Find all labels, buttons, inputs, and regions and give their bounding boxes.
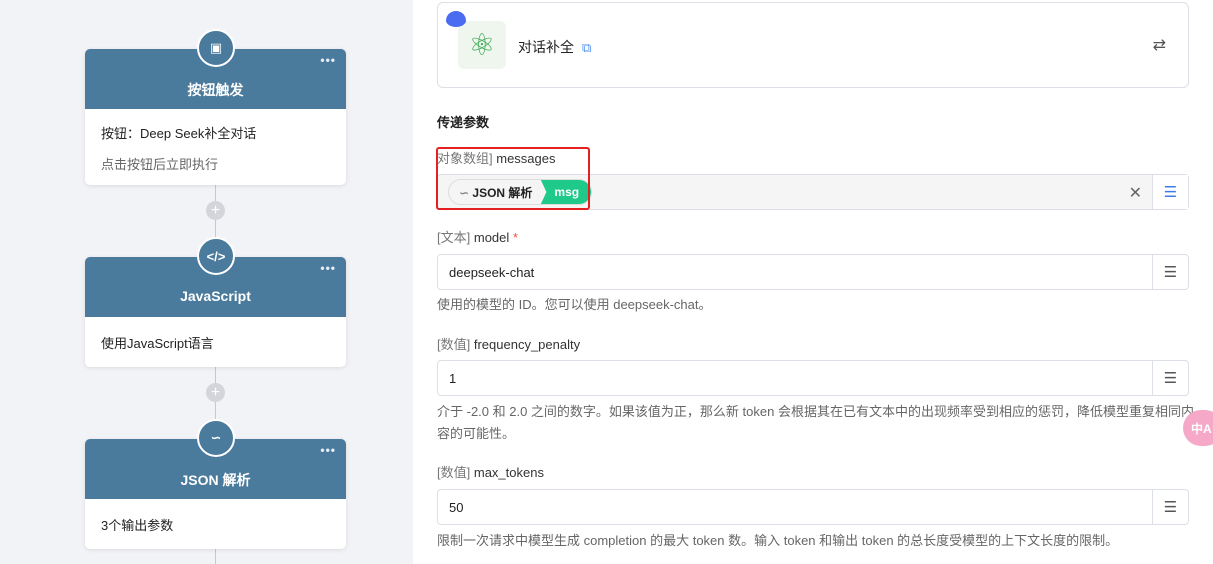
param-label-max-tokens: [数值] max_tokens (437, 465, 544, 480)
swap-icon[interactable]: ⇄ (1153, 35, 1166, 55)
model-input[interactable]: deepseek-chat ☰ (437, 254, 1189, 290)
max-tokens-help: 限制一次请求中模型生成 completion 的最大 token 数。输入 to… (437, 533, 1119, 548)
variable-select-checked-icon[interactable]: ☰ (1152, 175, 1188, 209)
param-label-model: [文本] model * (437, 230, 518, 245)
more-icon[interactable]: ••• (320, 53, 336, 67)
node-title: JavaScript (180, 288, 251, 304)
model-help: 使用的模型的 ID。您可以使用 deepseek-chat。 (437, 297, 712, 312)
connector (215, 549, 216, 564)
action-card[interactable]: ⚛ 对话补全 ⧉ ⇄ (437, 2, 1189, 88)
settings-panel: ⚛ 对话补全 ⧉ ⇄ 传递参数 对象数组] messages ∽ JSON 解析 m… (413, 0, 1213, 564)
atom-icon: ⚛ (458, 21, 506, 69)
deepseek-logo-icon (446, 11, 466, 27)
insert-variable-icon[interactable]: ☰ (1152, 490, 1188, 524)
node-desc: 3个输出参数 (101, 518, 174, 533)
more-icon[interactable]: ••• (320, 261, 336, 275)
highlight-box (436, 147, 590, 210)
more-icon[interactable]: ••• (320, 443, 336, 457)
max-tokens-input[interactable]: 50 ☰ (437, 489, 1189, 525)
link-icon: ∽ (197, 419, 235, 457)
add-node-button[interactable]: + (206, 201, 225, 220)
node-title: 按钮触发 (187, 82, 244, 98)
node-title: JSON 解析 (180, 472, 251, 488)
node-desc: 按钮：Deep Seek补全对话 (101, 126, 257, 141)
frequency-penalty-help: 介于 -2.0 和 2.0 之间的数字。如果该值为正，那么新 token 会根据… (437, 404, 1194, 441)
flow-canvas[interactable]: ▣ ••• 按钮触发 按钮：Deep Seek补全对话 点击按钮后立即执行 + </… (0, 0, 413, 564)
insert-variable-icon[interactable]: ☰ (1152, 361, 1188, 395)
param-label-frequency-penalty: [数值] frequency_penalty (437, 337, 581, 352)
section-title: 传递参数 (437, 115, 490, 130)
button-click-icon: ▣ (197, 29, 235, 67)
frequency-penalty-input[interactable]: 1 ☰ (437, 360, 1189, 396)
node-sub: 点击按钮后立即执行 (101, 157, 219, 172)
code-icon: </> (197, 237, 235, 275)
insert-variable-icon[interactable]: ☰ (1152, 255, 1188, 289)
node-desc: 使用JavaScript语言 (101, 336, 214, 351)
external-link-icon[interactable]: ⧉ (582, 40, 591, 55)
translate-button[interactable]: 中A (1183, 410, 1213, 446)
flow-node-button-trigger[interactable]: ••• 按钮触发 按钮：Deep Seek补全对话 点击按钮后立即执行 (85, 49, 346, 185)
action-title: 对话补全 (518, 39, 574, 55)
clear-icon[interactable]: ✕ (1129, 183, 1142, 203)
add-node-button[interactable]: + (206, 383, 225, 402)
